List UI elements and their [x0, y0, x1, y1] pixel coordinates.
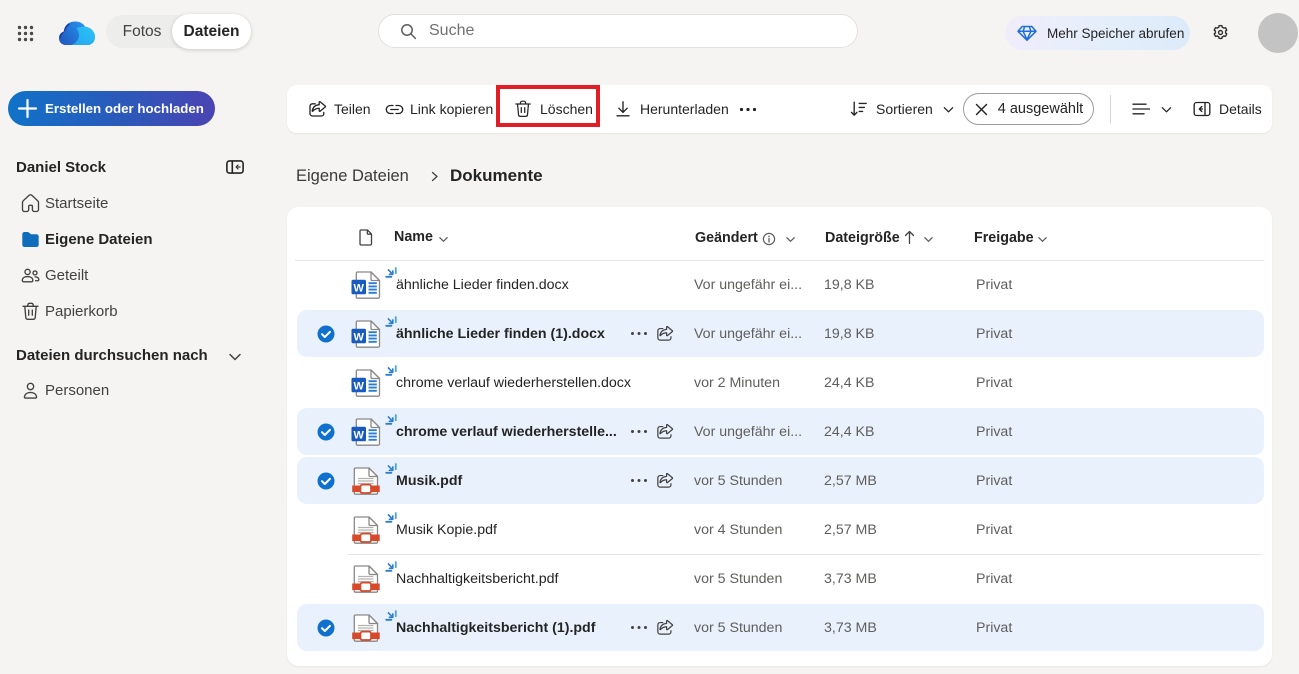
svg-text:W: W [354, 331, 365, 343]
svg-text:W: W [354, 282, 365, 294]
svg-text:W: W [354, 429, 365, 441]
svg-text:W: W [354, 380, 365, 392]
